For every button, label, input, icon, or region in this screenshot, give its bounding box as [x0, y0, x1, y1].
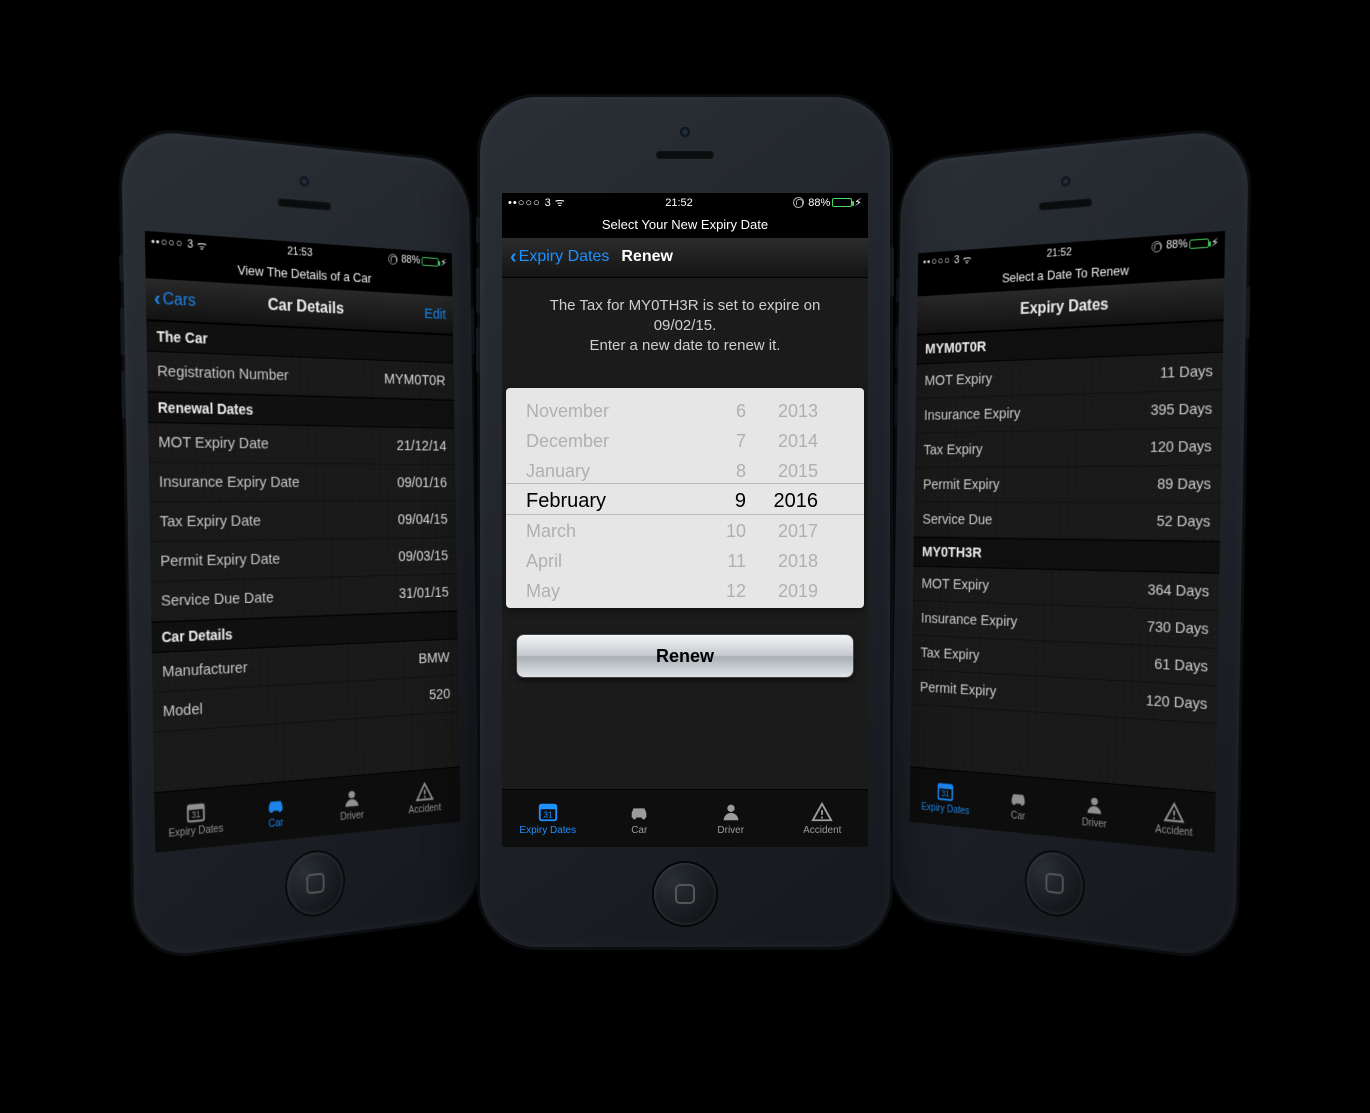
clock: 21:52 [665, 197, 693, 209]
expiry-row[interactable]: Service Due52 Days [914, 502, 1221, 541]
person-icon [340, 786, 363, 810]
car-icon [263, 793, 287, 817]
warning-icon [1161, 799, 1187, 824]
picker-item[interactable]: 2015 [778, 456, 818, 486]
picker-item[interactable]: 2018 [778, 546, 818, 576]
page-title: Renew [621, 248, 673, 266]
home-button[interactable] [654, 863, 716, 925]
picker-item[interactable]: December [526, 426, 609, 456]
info-text: The Tax for MY0TH3R is set to expire on … [502, 278, 868, 379]
back-button[interactable]: ‹ Cars [154, 286, 196, 312]
svg-text:31: 31 [191, 809, 200, 820]
svg-text:31: 31 [543, 810, 553, 819]
tab-driver[interactable]: Driver [314, 773, 389, 836]
renew-button-label: Renew [656, 646, 714, 667]
battery-icon [1189, 237, 1209, 248]
tab-driver[interactable]: Driver [685, 790, 777, 847]
phone-left: ••○○○3ᯤ 21:53 88%⚡︎ View The Details of … [121, 127, 480, 959]
picker-item[interactable]: March [526, 516, 576, 546]
back-button[interactable]: ‹ Expiry Dates [510, 246, 609, 269]
picker-month-column[interactable]: NovemberDecemberJanuaryFebruaryMarchApri… [526, 388, 666, 608]
clock: 21:53 [287, 245, 312, 259]
person-icon [1082, 793, 1106, 817]
battery-icon [422, 256, 439, 266]
chevron-left-icon: ‹ [154, 286, 161, 310]
car-icon [1007, 786, 1030, 810]
warning-icon [809, 801, 835, 823]
picker-item[interactable]: 2014 [778, 426, 818, 456]
picker-day-column[interactable]: 6789101112 [696, 388, 746, 608]
tab-expiry-dates[interactable]: 31 Expiry Dates [154, 786, 237, 852]
row-insurance[interactable]: Insurance Expiry Date09/01/16 [149, 462, 456, 502]
picker-item[interactable]: 2017 [778, 516, 818, 546]
screen-subtitle: Select Your New Expiry Date [502, 213, 868, 238]
picker-item[interactable]: November [526, 396, 609, 426]
picker-item[interactable]: 2019 [778, 576, 818, 606]
picker-year-column[interactable]: 2013201420152016201720182019 [758, 388, 818, 608]
label: Registration Number [157, 362, 289, 384]
person-icon [718, 801, 744, 823]
picker-item[interactable]: 2016 [774, 486, 819, 516]
back-label: Expiry Dates [519, 248, 610, 266]
edit-button[interactable]: Edit [424, 305, 446, 323]
svg-text:31: 31 [941, 789, 949, 799]
wifi-icon: ᯤ [555, 195, 565, 210]
picker-item[interactable]: 6 [736, 396, 746, 426]
car-icon [626, 801, 652, 823]
picker-item[interactable]: January [526, 456, 590, 486]
picker-item[interactable]: 9 [735, 486, 746, 516]
picker-item[interactable]: 11 [727, 546, 746, 576]
picker-item[interactable]: February [526, 486, 606, 516]
picker-item[interactable]: 8 [736, 456, 746, 486]
value: MYM0T0R [384, 370, 445, 389]
tab-expiry-dates[interactable]: 31 Expiry Dates [502, 790, 594, 847]
tab-driver[interactable]: Driver [1055, 779, 1134, 844]
rotation-lock-icon [793, 197, 804, 208]
tab-car[interactable]: Car [594, 790, 686, 847]
picker-item[interactable]: 10 [726, 516, 746, 546]
phone-right: ••○○○3ᯤ 21:52 88%⚡︎ Select a Date To Ren… [890, 127, 1249, 959]
row-tax[interactable]: Tax Expiry Date09/04/15 [149, 501, 456, 542]
expiry-row[interactable]: Tax Expiry120 Days [915, 428, 1222, 468]
warning-icon [413, 779, 435, 802]
tab-accident[interactable]: Accident [777, 790, 869, 847]
row-mot[interactable]: MOT Expiry Date21/12/14 [148, 422, 455, 464]
tab-car[interactable]: Car [981, 773, 1056, 836]
tab-accident[interactable]: Accident [1133, 786, 1216, 852]
picker-item[interactable]: 7 [736, 426, 746, 456]
tab-car[interactable]: Car [236, 779, 315, 844]
nav-bar: ‹ Expiry Dates Renew [502, 238, 868, 278]
tab-bar: 31 Expiry Dates Car Driver Accident [502, 789, 868, 847]
wifi-icon: ᯤ [197, 237, 207, 253]
renew-button[interactable]: Renew [516, 634, 854, 678]
back-label: Cars [162, 290, 195, 311]
home-button[interactable] [287, 849, 344, 917]
picker-item[interactable]: May [526, 576, 560, 606]
clock: 21:52 [1047, 246, 1072, 260]
home-button[interactable] [1026, 849, 1083, 917]
expiry-row[interactable]: Permit Expiry89 Days [914, 465, 1221, 503]
status-bar: ••○○○3ᯤ 21:52 88%⚡︎ [502, 193, 868, 213]
page-title: Expiry Dates [1020, 295, 1109, 318]
date-picker[interactable]: NovemberDecemberJanuaryFebruaryMarchApri… [506, 388, 864, 608]
picker-item[interactable]: April [526, 546, 562, 576]
calendar-icon: 31 [934, 779, 956, 802]
page-title: Car Details [268, 296, 344, 318]
tab-expiry-dates[interactable]: 31 Expiry Dates [910, 767, 982, 829]
battery-icon [832, 198, 852, 207]
rotation-lock-icon [388, 253, 398, 264]
calendar-icon: 31 [183, 799, 209, 824]
tab-accident[interactable]: Accident [388, 767, 460, 829]
rotation-lock-icon [1152, 240, 1163, 252]
picker-item[interactable]: 12 [726, 576, 746, 606]
calendar-icon: 31 [535, 801, 561, 823]
chevron-left-icon: ‹ [510, 246, 517, 269]
picker-item[interactable]: 2013 [778, 396, 818, 426]
phone-center: ••○○○3ᯤ 21:52 88%⚡︎ Select Your New Expi… [480, 97, 890, 947]
